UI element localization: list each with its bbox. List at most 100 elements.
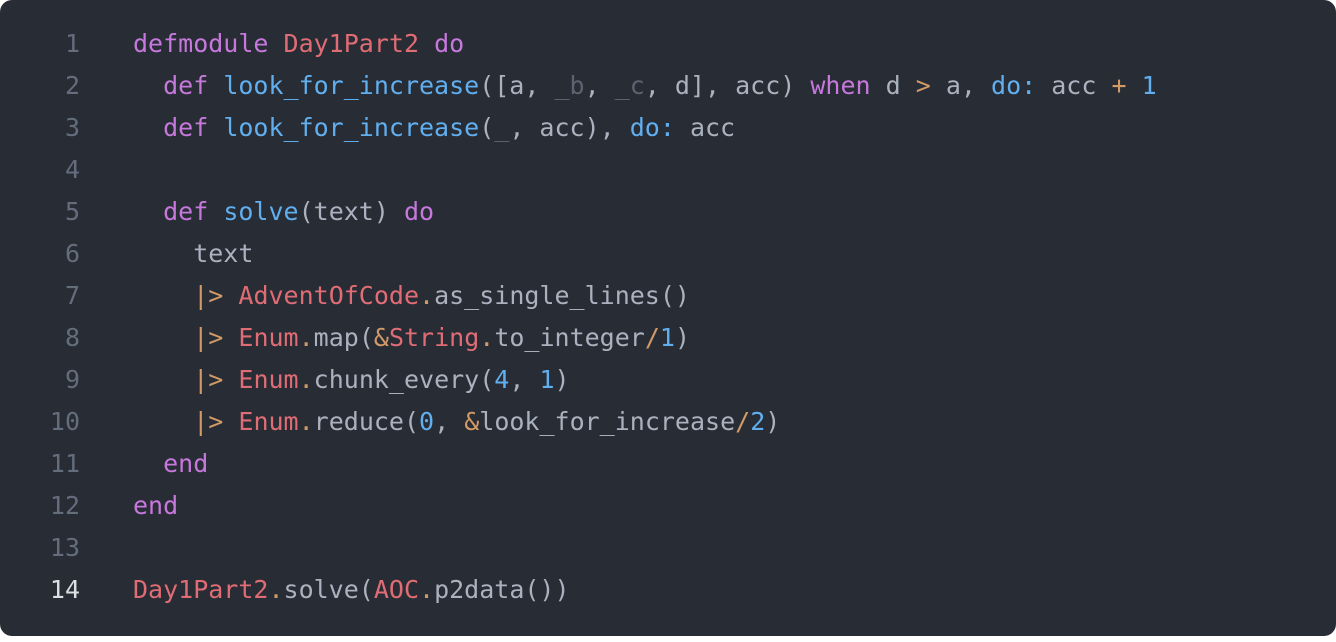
line-number-gutter: 1 2 3 4 5 6 7 8 9 10 11 12 13 14 <box>0 23 80 611</box>
code-text-token: solve( <box>283 575 374 604</box>
line-number: 5 <box>64 197 80 226</box>
keyword-token: def <box>163 197 209 226</box>
code-text-token: a, <box>930 71 992 100</box>
number-literal-token: 1 <box>1141 71 1157 100</box>
operator-token: . <box>479 323 495 352</box>
operator-token: / <box>644 323 660 352</box>
operator-token: |> <box>193 281 224 310</box>
code-line[interactable]: |> AdventOfCode.as_single_lines() <box>133 275 1336 317</box>
code-area[interactable]: defmodule Day1Part2 do def look_for_incr… <box>133 23 1336 611</box>
code-text-token: ) <box>554 365 570 394</box>
code-line[interactable]: ​ <box>133 527 1336 569</box>
code-line[interactable]: def look_for_increase(_, acc), do: acc <box>133 107 1336 149</box>
line-number: 1 <box>64 29 80 58</box>
code-line[interactable]: defmodule Day1Part2 do <box>133 23 1336 65</box>
code-line[interactable]: ​ <box>133 149 1336 191</box>
keyword-token: end <box>133 491 179 520</box>
number-literal-token: 2 <box>750 407 766 436</box>
code-editor[interactable]: 1 2 3 4 5 6 7 8 9 10 11 12 13 14 defmodule Day1Part2 … <box>0 0 1336 636</box>
line-number: 2 <box>64 71 80 100</box>
code-line[interactable]: end <box>133 443 1336 485</box>
code-text-token: text <box>133 239 254 268</box>
unused-variable-token: _b <box>554 71 585 100</box>
code-text-token: ) <box>765 407 781 436</box>
operator-token: . <box>298 365 314 394</box>
keyword-token: defmodule <box>133 29 269 58</box>
code-text-token: reduce( <box>313 407 420 436</box>
code-text-token: , <box>584 71 615 100</box>
keyword-token: def <box>163 71 209 100</box>
line-number: 7 <box>64 281 80 310</box>
line-number: 4 <box>64 155 80 184</box>
code-line[interactable]: def solve(text) do <box>133 191 1336 233</box>
module-name-token: Day1Part2 <box>133 575 269 604</box>
module-name-token: Enum <box>238 323 299 352</box>
module-name-token: AdventOfCode <box>238 281 420 310</box>
code-text-token: (text) <box>298 197 404 226</box>
code-text-token: , <box>434 407 465 436</box>
code-text-token: map( <box>313 323 374 352</box>
operator-token: + <box>1111 71 1127 100</box>
module-name-token: Enum <box>238 365 299 394</box>
code-line[interactable]: Day1Part2.solve(AOC.p2data()) <box>133 569 1336 611</box>
keyword-token: end <box>163 449 209 478</box>
code-line[interactable]: end <box>133 485 1336 527</box>
keyword-token: def <box>163 113 209 142</box>
code-line[interactable]: text <box>133 233 1336 275</box>
operator-token: . <box>268 575 284 604</box>
code-text-token: acc <box>674 113 736 142</box>
code-line[interactable]: |> Enum.map(&String.to_integer/1) <box>133 317 1336 359</box>
operator-token: . <box>419 575 435 604</box>
code-text-token: chunk_every( <box>313 365 495 394</box>
line-number: 6 <box>64 239 80 268</box>
number-literal-token: 0 <box>419 407 435 436</box>
module-name-token: Day1Part2 <box>283 29 419 58</box>
operator-token: |> <box>193 323 224 352</box>
code-text-token: , <box>509 365 540 394</box>
number-literal-token: 1 <box>539 365 555 394</box>
operator-token: . <box>419 281 435 310</box>
module-name-token: AOC <box>373 575 419 604</box>
function-name-token: look_for_increase <box>223 113 480 142</box>
operator-token: / <box>735 407 751 436</box>
code-text-token: to_integer <box>494 323 645 352</box>
function-name-token: solve <box>223 197 299 226</box>
operator-token: . <box>298 323 314 352</box>
code-text-token: as_single_lines() <box>434 281 690 310</box>
function-name-token: look_for_increase <box>223 71 480 100</box>
code-text-token: look_for_increase <box>479 407 736 436</box>
code-text-token: d <box>870 71 916 100</box>
keyword-token: do <box>403 197 435 226</box>
code-line[interactable]: |> Enum.reduce(0, &look_for_increase/2) <box>133 401 1336 443</box>
atom-key-token: do: <box>991 71 1037 100</box>
number-literal-token: 1 <box>659 323 675 352</box>
code-line[interactable]: def look_for_increase([a, _b, _c, d], ac… <box>133 65 1336 107</box>
code-text-token: acc <box>1036 71 1112 100</box>
line-number: 8 <box>64 323 80 352</box>
line-number: 14 <box>49 575 80 604</box>
line-number: 3 <box>64 113 80 142</box>
code-line[interactable]: |> Enum.chunk_every(4, 1) <box>133 359 1336 401</box>
line-number: 11 <box>49 449 80 478</box>
operator-token: & <box>464 407 480 436</box>
line-number: 9 <box>64 365 80 394</box>
operator-token: & <box>373 323 389 352</box>
unused-variable-token: _ <box>494 113 510 142</box>
